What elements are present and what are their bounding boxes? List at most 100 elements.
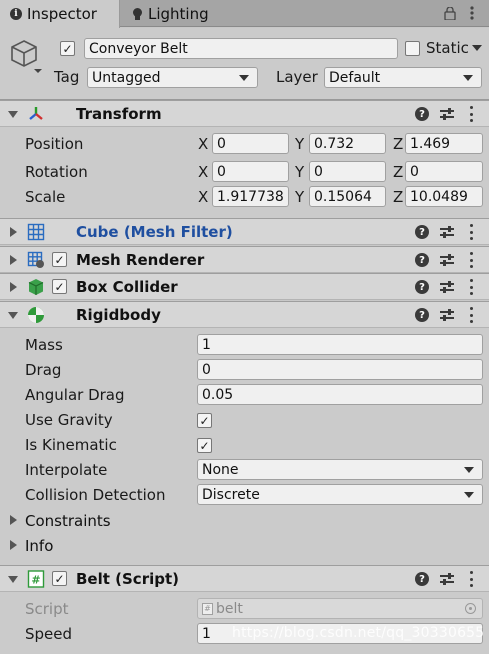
belt-script-body: Script # belt Speed 1 bbox=[0, 592, 489, 654]
gameobject-cube-icon[interactable] bbox=[8, 38, 44, 74]
mesh-filter-foldout-arrow-icon[interactable] bbox=[10, 227, 17, 237]
script-field: # belt bbox=[197, 598, 483, 619]
rotation-y-field[interactable]: 0 bbox=[309, 161, 386, 182]
position-y-label: Y bbox=[295, 135, 305, 153]
box-collider-foldout-arrow-icon[interactable] bbox=[10, 282, 17, 292]
mesh-renderer-enabled-checkbox[interactable]: ✓ bbox=[52, 252, 67, 267]
watermark: https://blog.csdn.net/qq_30330655 bbox=[232, 625, 485, 641]
presets-icon[interactable] bbox=[440, 280, 454, 294]
transform-title: Transform bbox=[76, 105, 162, 123]
presets-icon[interactable] bbox=[440, 308, 454, 322]
constraints-foldout[interactable]: Constraints bbox=[10, 512, 111, 530]
scale-label: Scale bbox=[25, 188, 66, 206]
rigidbody-header[interactable]: Rigidbody ? bbox=[0, 301, 489, 328]
help-icon[interactable]: ? bbox=[415, 253, 429, 267]
collision-detection-dropdown[interactable]: Discrete bbox=[197, 484, 483, 505]
tab-lighting[interactable]: Lighting bbox=[122, 0, 232, 27]
info-foldout[interactable]: Info bbox=[10, 537, 53, 555]
belt-script-header[interactable]: # ✓ Belt (Script) ? bbox=[0, 565, 489, 592]
mesh-renderer-icon bbox=[27, 251, 45, 269]
script-file-icon: # bbox=[202, 602, 213, 615]
component-menu-icon[interactable] bbox=[468, 106, 474, 122]
box-collider-header[interactable]: ✓ Box Collider ? bbox=[0, 273, 489, 300]
use-gravity-checkbox[interactable]: ✓ bbox=[197, 413, 212, 428]
static-dropdown-arrow-icon[interactable] bbox=[472, 45, 482, 51]
position-z-field[interactable]: 1.469 bbox=[405, 133, 483, 154]
box-collider-cube-icon bbox=[27, 278, 45, 296]
lightbulb-icon bbox=[132, 7, 143, 20]
lock-icon[interactable] bbox=[442, 5, 458, 21]
scale-z-field[interactable]: 10.0489 bbox=[405, 186, 483, 207]
position-x-label: X bbox=[198, 135, 209, 153]
scale-y-field[interactable]: 0.15064 bbox=[309, 186, 386, 207]
mass-field[interactable]: 1 bbox=[197, 334, 483, 355]
tab-menu-icon[interactable] bbox=[464, 5, 480, 21]
scale-x-field[interactable]: 1.917738 bbox=[212, 186, 289, 207]
speed-label: Speed bbox=[25, 625, 73, 643]
belt-script-title: Belt (Script) bbox=[76, 570, 179, 588]
scale-z-label: Z bbox=[393, 188, 404, 206]
transform-body: Position X 0 Y 0.732 Z 1.469 Rotation X … bbox=[0, 127, 489, 218]
object-header: ✓ Conveyor Belt Static Tag Untagged Laye… bbox=[0, 28, 489, 100]
mesh-renderer-foldout-arrow-icon[interactable] bbox=[10, 255, 17, 265]
script-label: Script bbox=[25, 600, 69, 618]
mesh-filter-header[interactable]: Cube (Mesh Filter) ? bbox=[0, 218, 489, 245]
presets-icon[interactable] bbox=[440, 253, 454, 267]
position-z-label: Z bbox=[393, 135, 404, 153]
interpolate-dropdown[interactable]: None bbox=[197, 459, 483, 480]
help-icon[interactable]: ? bbox=[415, 225, 429, 239]
help-icon[interactable]: ? bbox=[415, 308, 429, 322]
rotation-x-field[interactable]: 0 bbox=[212, 161, 289, 182]
transform-header[interactable]: Transform ? bbox=[0, 100, 489, 127]
info-icon: i bbox=[10, 8, 22, 20]
rigidbody-title: Rigidbody bbox=[76, 306, 161, 324]
rotation-z-label: Z bbox=[393, 163, 404, 181]
static-label: Static bbox=[426, 39, 469, 57]
belt-script-enabled-checkbox[interactable]: ✓ bbox=[52, 571, 67, 586]
tab-bar: i Inspector Lighting bbox=[0, 0, 489, 28]
presets-icon[interactable] bbox=[440, 572, 454, 586]
component-menu-icon[interactable] bbox=[468, 224, 474, 240]
object-active-checkbox[interactable]: ✓ bbox=[60, 41, 75, 56]
component-menu-icon[interactable] bbox=[468, 571, 474, 587]
rigidbody-icon bbox=[27, 306, 45, 324]
presets-icon[interactable] bbox=[440, 225, 454, 239]
component-menu-icon[interactable] bbox=[468, 252, 474, 268]
component-menu-icon[interactable] bbox=[468, 307, 474, 323]
belt-script-foldout-arrow-icon[interactable] bbox=[8, 576, 18, 583]
position-label: Position bbox=[25, 135, 84, 153]
interpolate-label: Interpolate bbox=[25, 461, 108, 479]
drag-field[interactable]: 0 bbox=[197, 359, 483, 380]
scale-x-label: X bbox=[198, 188, 209, 206]
is-kinematic-checkbox[interactable]: ✓ bbox=[197, 438, 212, 453]
rigidbody-foldout-arrow-icon[interactable] bbox=[8, 312, 18, 319]
transform-foldout-arrow-icon[interactable] bbox=[8, 111, 18, 118]
angular-drag-field[interactable]: 0.05 bbox=[197, 384, 483, 405]
svg-text:#: # bbox=[31, 574, 40, 587]
tag-dropdown[interactable]: Untagged bbox=[87, 67, 258, 88]
csharp-script-icon: # bbox=[27, 570, 45, 588]
presets-icon[interactable] bbox=[440, 107, 454, 121]
help-icon[interactable]: ? bbox=[415, 280, 429, 294]
rotation-z-field[interactable]: 0 bbox=[405, 161, 483, 182]
tag-label: Tag bbox=[54, 68, 80, 86]
box-collider-enabled-checkbox[interactable]: ✓ bbox=[52, 279, 67, 294]
layer-dropdown[interactable]: Default bbox=[324, 67, 482, 88]
static-checkbox[interactable] bbox=[405, 41, 420, 56]
object-picker-icon bbox=[465, 603, 476, 614]
mesh-renderer-title: Mesh Renderer bbox=[76, 251, 205, 269]
position-y-field[interactable]: 0.732 bbox=[309, 133, 386, 154]
position-x-field[interactable]: 0 bbox=[212, 133, 289, 154]
rotation-label: Rotation bbox=[25, 163, 88, 181]
object-name-field[interactable]: Conveyor Belt bbox=[84, 38, 398, 59]
collision-detection-label: Collision Detection bbox=[25, 486, 166, 504]
help-icon[interactable]: ? bbox=[415, 572, 429, 586]
scale-y-label: Y bbox=[295, 188, 305, 206]
tab-inspector[interactable]: i Inspector bbox=[0, 0, 120, 28]
component-menu-icon[interactable] bbox=[468, 279, 474, 295]
help-icon[interactable]: ? bbox=[415, 107, 429, 121]
use-gravity-label: Use Gravity bbox=[25, 411, 113, 429]
mesh-renderer-header[interactable]: ✓ Mesh Renderer ? bbox=[0, 246, 489, 273]
rotation-y-label: Y bbox=[295, 163, 305, 181]
rotation-x-label: X bbox=[198, 163, 209, 181]
